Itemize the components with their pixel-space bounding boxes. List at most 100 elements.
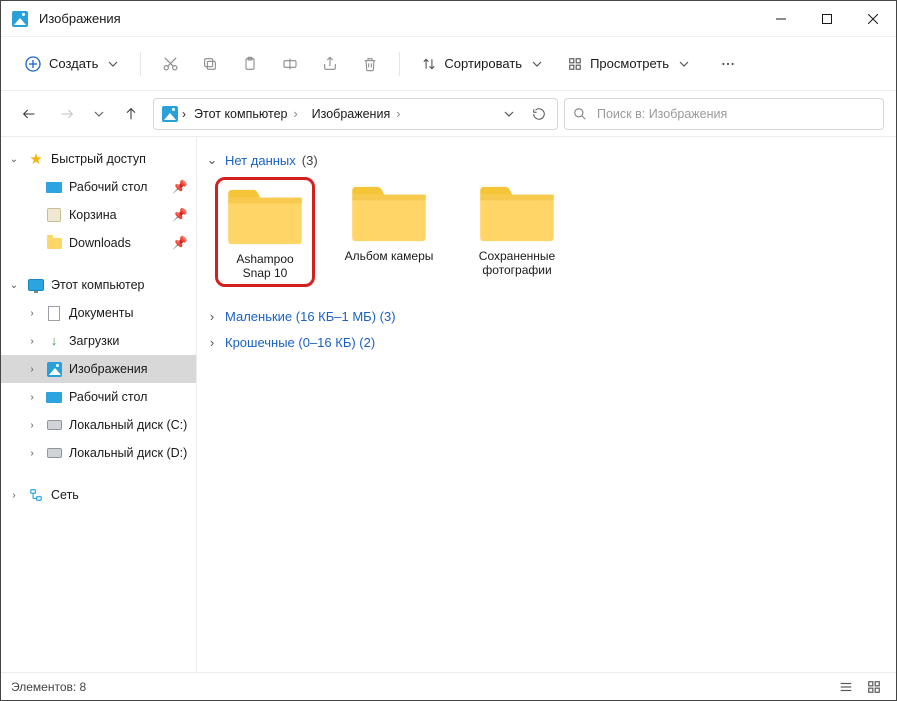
refresh-button[interactable] [525, 100, 553, 128]
delete-button[interactable] [353, 47, 387, 81]
sidebar-desktop-pc[interactable]: › Рабочий стол [1, 383, 196, 411]
body: ⌄ ★ Быстрый доступ Рабочий стол 📌 Корзин… [1, 137, 896, 672]
sidebar-pictures[interactable]: › Изображения [1, 355, 196, 383]
expand-icon[interactable]: › [25, 364, 39, 375]
explorer-window: Изображения Создать [0, 0, 897, 701]
breadcrumb-this-pc[interactable]: Этот компьютер› [190, 99, 304, 129]
chevron-down-icon [108, 59, 118, 69]
expand-icon[interactable]: › [25, 448, 39, 459]
sidebar-recycle-bin[interactable]: Корзина 📌 [1, 201, 196, 229]
sidebar-downloads-quick[interactable]: Downloads 📌 [1, 229, 196, 257]
sort-button[interactable]: Сортировать [412, 47, 552, 81]
maximize-button[interactable] [804, 1, 850, 37]
chevron-down-icon [532, 59, 542, 69]
sidebar-label: Локальный диск (C:) [69, 418, 187, 432]
sidebar-disk-d[interactable]: › Локальный диск (D:) [1, 439, 196, 467]
sidebar-disk-c[interactable]: › Локальный диск (C:) [1, 411, 196, 439]
thumbnails-view-toggle[interactable] [862, 677, 886, 697]
more-button[interactable] [711, 47, 745, 81]
details-view-toggle[interactable] [834, 677, 858, 697]
chevron-right-icon: › [205, 309, 219, 324]
sidebar-label: Рабочий стол [69, 390, 147, 404]
folder-label: Альбом камеры [345, 249, 434, 263]
new-button[interactable]: Создать [15, 47, 128, 81]
folder-label: Сохраненные фотографии [467, 249, 567, 277]
folder-label: Ashampoo Snap 10 [222, 252, 308, 280]
sidebar-label: Этот компьютер [51, 278, 144, 292]
rename-button[interactable] [273, 47, 307, 81]
view-button[interactable]: Просмотреть [558, 47, 699, 81]
view-button-label: Просмотреть [590, 56, 669, 71]
recent-locations-button[interactable] [89, 98, 109, 130]
pictures-icon [45, 362, 63, 377]
sidebar-network[interactable]: › Сеть [1, 481, 196, 509]
folder-icon [226, 186, 304, 246]
sidebar-label: Быстрый доступ [51, 152, 146, 166]
chevron-down-icon: ⌄ [205, 152, 219, 168]
copy-button[interactable] [193, 47, 227, 81]
sidebar-label: Рабочий стол [69, 180, 147, 194]
expand-icon[interactable]: › [7, 490, 21, 501]
content-pane: ⌄ Нет данных (3) Ashampoo Snap 10 [197, 137, 896, 672]
paste-button[interactable] [233, 47, 267, 81]
pin-icon: 📌 [172, 180, 188, 195]
chevron-right-icon: › [205, 335, 219, 350]
breadcrumb-label: Изображения [312, 107, 391, 121]
documents-icon [45, 306, 63, 321]
back-button[interactable] [13, 98, 45, 130]
search-icon [573, 107, 587, 121]
sidebar-label: Корзина [69, 208, 117, 222]
sidebar-this-pc[interactable]: ⌄ Этот компьютер [1, 271, 196, 299]
toolbar-separator [399, 52, 400, 76]
expand-icon[interactable]: › [25, 308, 39, 319]
downloads-icon: ↓ [45, 334, 63, 348]
sidebar-label: Локальный диск (D:) [69, 446, 187, 460]
expand-icon[interactable]: › [25, 420, 39, 431]
group-header-small[interactable]: › Маленькие (16 КБ–1 МБ) (3) [201, 303, 892, 329]
close-button[interactable] [850, 1, 896, 37]
expand-icon[interactable]: › [25, 392, 39, 403]
address-dropdown-button[interactable] [495, 100, 523, 128]
pin-icon: 📌 [172, 208, 188, 223]
status-bar: Элементов: 8 [1, 672, 896, 700]
window-title: Изображения [39, 11, 121, 26]
forward-button[interactable] [51, 98, 83, 130]
share-button[interactable] [313, 47, 347, 81]
group-label: Крошечные (0–16 КБ) (2) [225, 335, 375, 350]
folder-saved-photos[interactable]: Сохраненные фотографии [467, 183, 567, 283]
pc-icon [27, 279, 45, 291]
minimize-button[interactable] [758, 1, 804, 37]
folder-ashampoo-snap-10[interactable]: Ashampoo Snap 10 [215, 177, 315, 287]
folder-icon [45, 238, 63, 249]
search-box[interactable] [564, 98, 884, 130]
group-header-tiny[interactable]: › Крошечные (0–16 КБ) (2) [201, 329, 892, 355]
sidebar-label: Загрузки [69, 334, 119, 348]
navigation-pane: ⌄ ★ Быстрый доступ Рабочий стол 📌 Корзин… [1, 137, 197, 672]
folder-camera-album[interactable]: Альбом камеры [339, 183, 439, 283]
disk-icon [45, 420, 63, 430]
toolbar: Создать Сортировать Прос [1, 37, 896, 91]
address-bar[interactable]: › Этот компьютер› Изображения› [153, 98, 558, 130]
sidebar-documents[interactable]: › Документы [1, 299, 196, 327]
sort-button-label: Сортировать [444, 56, 522, 71]
chevron-down-icon [679, 59, 689, 69]
breadcrumb-pictures[interactable]: Изображения› [308, 99, 407, 129]
sidebar-quick-access[interactable]: ⌄ ★ Быстрый доступ [1, 145, 196, 173]
folder-grid: Ashampoo Snap 10 Альбом камеры [201, 173, 892, 303]
collapse-icon[interactable]: ⌄ [7, 154, 21, 165]
search-input[interactable] [595, 106, 875, 122]
pictures-icon [162, 106, 178, 122]
expand-icon[interactable]: › [25, 336, 39, 347]
sidebar-label: Downloads [69, 236, 131, 250]
group-header-no-data[interactable]: ⌄ Нет данных (3) [201, 147, 892, 173]
recycle-bin-icon [45, 208, 63, 222]
sidebar-label: Сеть [51, 488, 79, 502]
status-item-count: Элементов: 8 [11, 680, 86, 694]
sidebar-downloads[interactable]: › ↓ Загрузки [1, 327, 196, 355]
cut-button[interactable] [153, 47, 187, 81]
titlebar: Изображения [1, 1, 896, 37]
collapse-icon[interactable]: ⌄ [7, 280, 21, 291]
desktop-icon [45, 392, 63, 403]
up-button[interactable] [115, 98, 147, 130]
sidebar-desktop[interactable]: Рабочий стол 📌 [1, 173, 196, 201]
